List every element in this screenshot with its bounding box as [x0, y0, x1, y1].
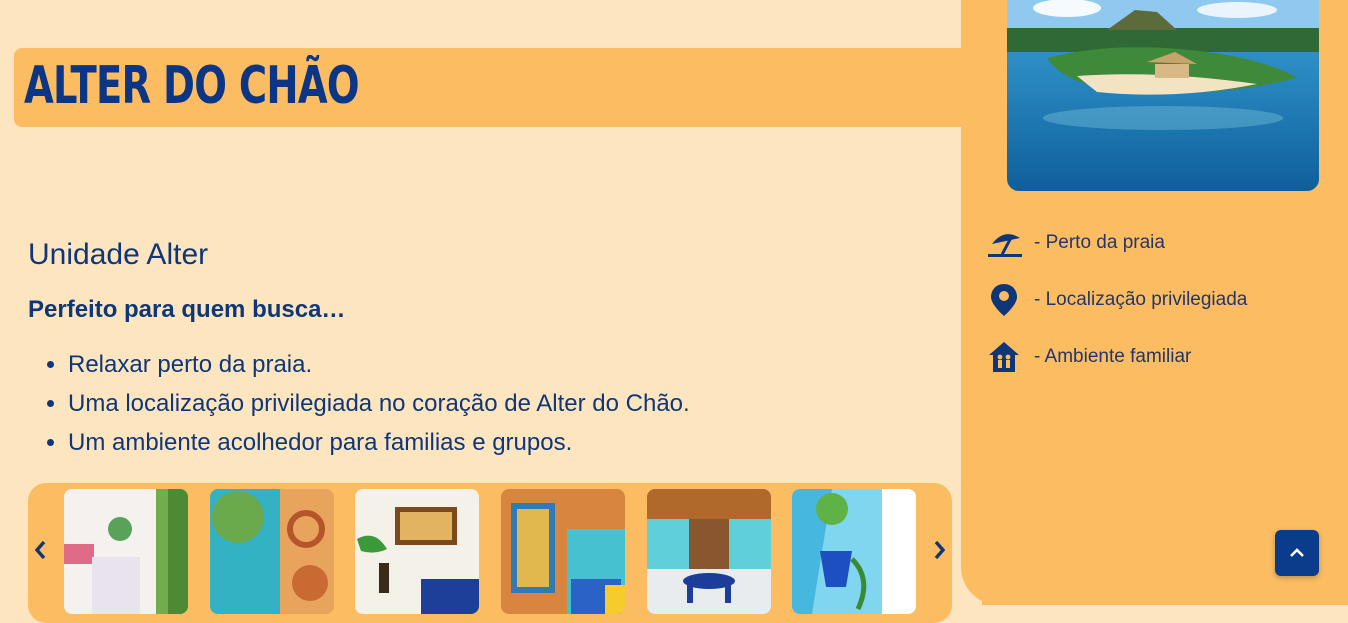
carousel-photo-5[interactable] — [647, 489, 771, 614]
carousel-photo-2[interactable] — [210, 489, 334, 614]
scroll-to-top-button[interactable] — [1275, 530, 1319, 576]
carousel-photo-4[interactable] — [501, 489, 625, 614]
carousel-photo-1[interactable] — [64, 489, 188, 614]
carousel-photo-3[interactable] — [355, 489, 479, 614]
feature-label: - Perto da praia — [1034, 232, 1165, 253]
benefits-list: Relaxar perto da praia. Uma localização … — [28, 345, 968, 462]
chevron-up-icon — [1290, 548, 1304, 557]
unit-heading: Unidade Alter — [28, 238, 209, 271]
unit-subheading: Perfeito para quem busca… — [28, 296, 346, 323]
feature-item-beach: - Perto da praia — [988, 226, 1308, 260]
family-home-icon — [988, 340, 1022, 374]
page-title: ALTER DO CHÃO — [24, 56, 360, 116]
list-item: Relaxar perto da praia. — [68, 345, 968, 384]
feature-item-location: - Localização privilegiada — [988, 283, 1308, 317]
chevron-left-icon[interactable] — [28, 537, 54, 563]
list-item: Um ambiente acolhedor para familias e gr… — [68, 423, 968, 462]
list-item: Uma localização privilegiada no coração … — [68, 384, 968, 423]
feature-item-family: - Ambiente familiar — [988, 340, 1308, 374]
feature-label: - Ambiente familiar — [1034, 346, 1192, 367]
feature-label: - Localização privilegiada — [1034, 289, 1248, 310]
beach-umbrella-icon — [988, 226, 1022, 260]
photo-carousel — [28, 483, 952, 623]
chevron-right-icon[interactable] — [926, 537, 952, 563]
location-pin-icon — [988, 283, 1022, 317]
hero-island-photo — [1007, 0, 1319, 191]
carousel-photo-6[interactable] — [792, 489, 916, 614]
